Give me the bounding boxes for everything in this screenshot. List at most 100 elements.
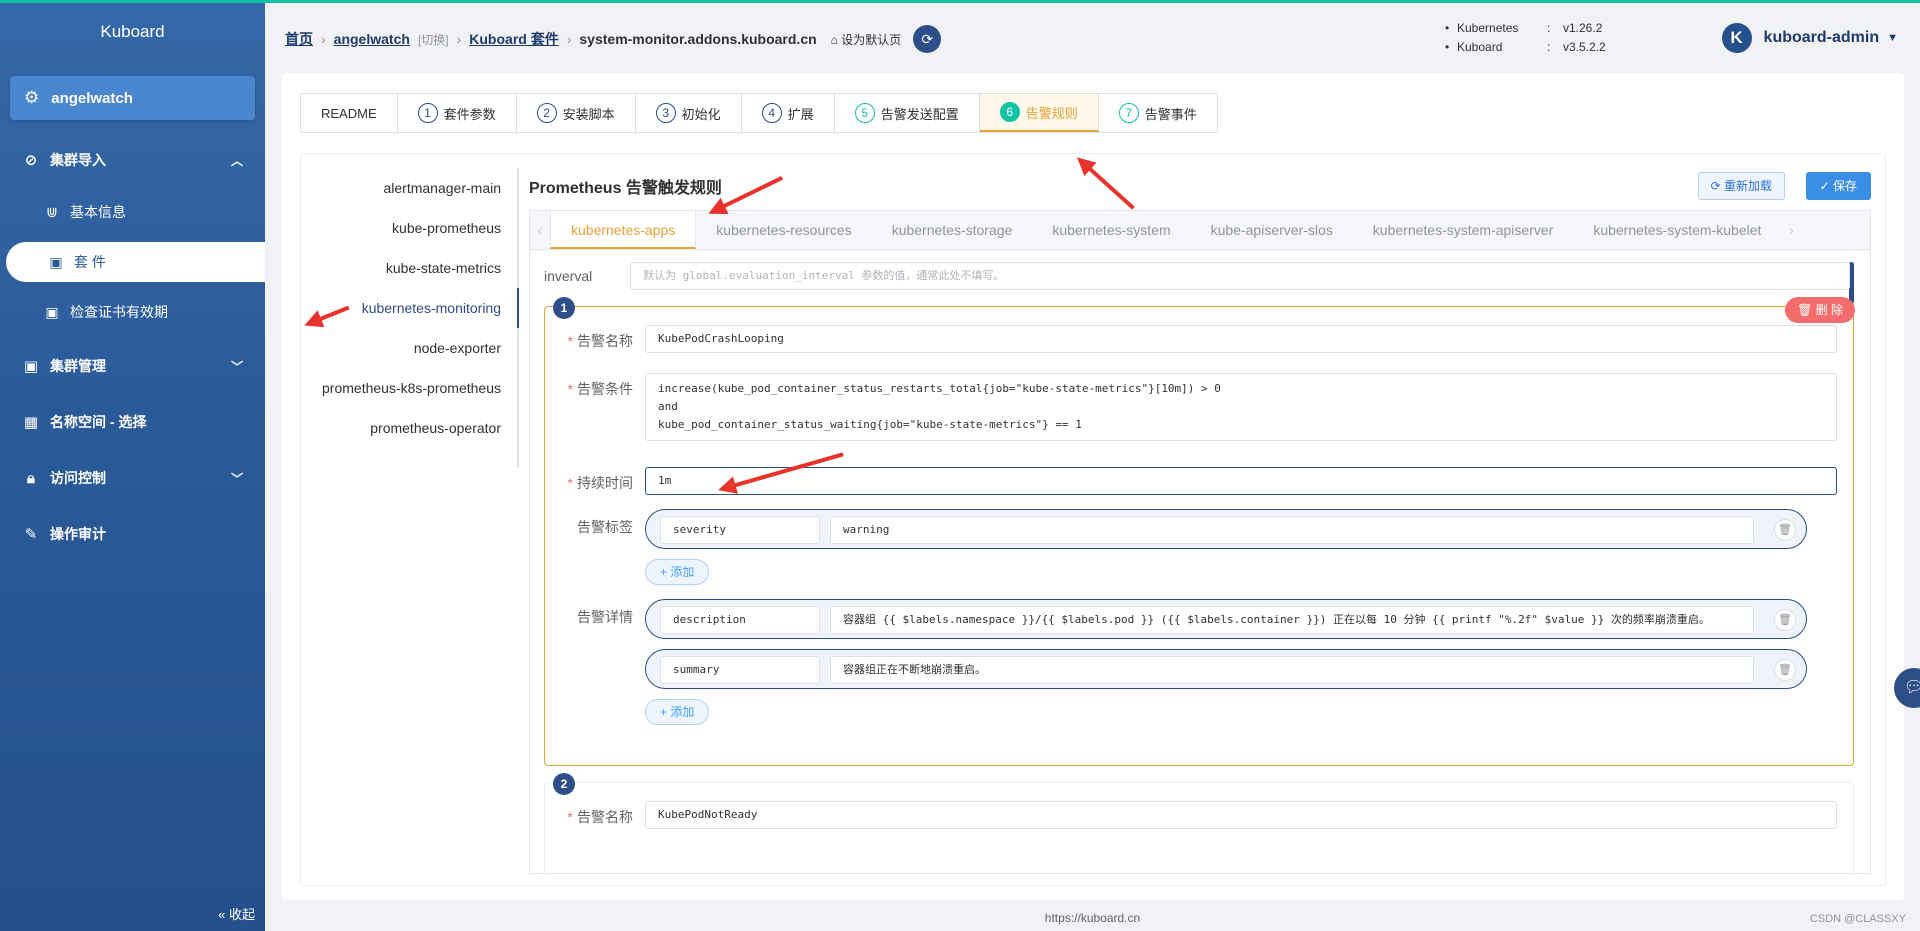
menu-audit[interactable]: ✎ 操作审计 bbox=[0, 514, 265, 554]
rule-form: inverval 默认为 global.evaluation_interval … bbox=[529, 250, 1871, 874]
tab-alert-events[interactable]: 7 告警事件 bbox=[1099, 94, 1217, 132]
rule-item[interactable]: prometheus-k8s-prometheus bbox=[301, 368, 517, 408]
caret-down-icon: ▼ bbox=[1887, 32, 1898, 44]
group-tab[interactable]: kubernetes-system bbox=[1032, 211, 1190, 249]
label-key-input[interactable]: severity bbox=[660, 516, 820, 544]
tab-label: 扩展 bbox=[787, 106, 814, 122]
sidebar-item-cert-check[interactable]: ▣ 检查证书有效期 bbox=[0, 292, 265, 332]
group-tab[interactable]: kubernetes-system-apiserver bbox=[1353, 211, 1574, 249]
step-number: 3 bbox=[655, 103, 676, 123]
label-value-input[interactable]: warning bbox=[830, 516, 1754, 544]
rule-item[interactable]: kube-state-metrics bbox=[301, 248, 517, 288]
sidebar-item-basic-info[interactable]: ⋓ 基本信息 bbox=[0, 192, 265, 232]
tab-alert-rules[interactable]: 6 告警规则 bbox=[979, 94, 1099, 132]
tab-label: 告警发送配置 bbox=[880, 106, 959, 122]
link-icon: ⊘ bbox=[24, 152, 38, 169]
trash-icon[interactable]: 🗑︎ bbox=[1774, 609, 1796, 631]
set-default-page-button[interactable]: ⌂ 设为默认页 bbox=[831, 31, 902, 48]
footer-link[interactable]: https://kuboard.cn bbox=[265, 906, 1920, 931]
menu-label: 集群管理 bbox=[50, 358, 106, 374]
rule-item-active[interactable]: kubernetes-monitoring bbox=[301, 288, 519, 328]
group-tab[interactable]: kubernetes-storage bbox=[872, 211, 1033, 249]
for-input[interactable]: 1m bbox=[645, 467, 1837, 495]
trash-icon[interactable]: 🗑︎ bbox=[1774, 519, 1796, 541]
sidebar: Kuboard ⚙ angelwatch ⊘ 集群导入 ︿ ⋓ 基本信息 ▣ 套… bbox=[0, 0, 265, 931]
gear-icon: ⚙ bbox=[24, 88, 40, 107]
trash-icon: 🗑︎ bbox=[1797, 303, 1816, 317]
menu-cluster-manage[interactable]: ▣ 集群管理 ﹀ bbox=[0, 346, 265, 386]
label-text: 告警条件 bbox=[577, 381, 633, 397]
tab-extend[interactable]: 4 扩展 bbox=[742, 94, 835, 132]
rule-item[interactable]: kube-prometheus bbox=[301, 208, 517, 248]
grid-icon: ▦ bbox=[23, 414, 39, 431]
refresh-icon: ⟳ bbox=[1710, 179, 1724, 193]
rule-item[interactable]: prometheus-operator bbox=[301, 408, 517, 448]
alert-expr-textarea[interactable]: increase(kube_pod_container_status_resta… bbox=[645, 373, 1837, 441]
collapse-button[interactable]: « 收起 bbox=[218, 904, 255, 923]
breadcrumb-suites[interactable]: Kuboard 套件 bbox=[469, 29, 558, 49]
step-number: 6 bbox=[999, 102, 1020, 122]
menu-label: 集群导入 bbox=[50, 152, 106, 168]
delete-button[interactable]: 🗑︎ 删 除 bbox=[1785, 297, 1855, 323]
add-annotation-button[interactable]: + 添加 bbox=[645, 699, 710, 725]
for-label: * 持续时间 bbox=[565, 473, 633, 493]
group-tab[interactable]: kube-apiserver-slos bbox=[1191, 211, 1353, 249]
step-number: 4 bbox=[761, 103, 782, 123]
rule-item[interactable]: node-exporter bbox=[301, 328, 517, 368]
tab-init[interactable]: 3 初始化 bbox=[636, 94, 742, 132]
breadcrumb-home[interactable]: 首页 bbox=[285, 29, 313, 49]
tab-label: 初始化 bbox=[681, 106, 721, 122]
menu-access-control[interactable]: 🔒︎ 访问控制 ﹀ bbox=[0, 458, 265, 498]
tab-label: 告警事件 bbox=[1144, 106, 1197, 122]
chevron-right-icon: › bbox=[456, 31, 462, 47]
brand-title: Kuboard bbox=[100, 22, 165, 41]
label-text: 告警名称 bbox=[577, 333, 633, 349]
breadcrumb-cluster[interactable]: angelwatch bbox=[334, 31, 410, 47]
set-default-label: 设为默认页 bbox=[841, 32, 902, 47]
alert-name-input[interactable]: KubePodCrashLooping bbox=[645, 325, 1837, 353]
chevron-down-icon: ﹀ bbox=[230, 359, 243, 374]
tab-alert-send-config[interactable]: 5 告警发送配置 bbox=[835, 94, 980, 132]
annotation-key-input[interactable]: summary bbox=[660, 656, 820, 684]
rule-item[interactable]: alertmanager-main bbox=[301, 168, 517, 208]
version-row: • Kubernetes: v1.26.2 bbox=[1445, 19, 1606, 38]
chevron-left-icon[interactable]: ‹ bbox=[530, 222, 550, 238]
required-mark: * bbox=[567, 475, 573, 491]
cluster-card[interactable]: ⚙ angelwatch bbox=[10, 76, 255, 120]
menu-namespace[interactable]: ▦ 名称空间 - 选择 bbox=[0, 402, 265, 442]
sidebar-item-suite[interactable]: ▣ 套 件 bbox=[6, 242, 265, 282]
interval-label: inverval bbox=[544, 268, 593, 284]
add-label-button[interactable]: + 添加 bbox=[645, 559, 710, 585]
tab-label: README bbox=[321, 105, 377, 121]
trash-icon[interactable]: 🗑︎ bbox=[1774, 659, 1796, 681]
rule-card: 1 🗑︎ 删 除 * 告警名称 KubePodCrashLooping * 告警条件… bbox=[544, 297, 1855, 766]
reload-button[interactable]: ⟳ 重新加载 bbox=[1697, 172, 1785, 200]
refresh-button[interactable]: ⟳ bbox=[913, 25, 942, 53]
annotation-key-input[interactable]: description bbox=[660, 606, 820, 634]
annotation-row: summary 容器组正在不断地崩溃重启。 🗑︎ bbox=[645, 649, 1807, 689]
tab-readme[interactable]: README bbox=[301, 94, 398, 132]
bullet: • bbox=[1445, 21, 1450, 35]
tab-install-script[interactable]: 2 安装脚本 bbox=[517, 94, 636, 132]
switch-cluster-link[interactable]: [切换] bbox=[418, 31, 449, 48]
chevron-right-icon[interactable]: › bbox=[1781, 222, 1801, 238]
save-label: 保存 bbox=[1832, 179, 1857, 193]
alert-name-label: * 告警名称 bbox=[565, 807, 633, 827]
rules-content: Prometheus 告警触发规则 ⟳ 重新加载 ✓ 保存 ‹ kubernet… bbox=[529, 168, 1871, 874]
bullet: • bbox=[1445, 40, 1450, 54]
save-button[interactable]: ✓ 保存 bbox=[1805, 172, 1871, 200]
annotation-value-input[interactable]: 容器组正在不断地崩溃重启。 bbox=[830, 656, 1754, 684]
breadcrumb-current: system-monitor.addons.kuboard.cn bbox=[579, 31, 817, 47]
avatar: K bbox=[1721, 23, 1752, 53]
annotation-value-input[interactable]: 容器组 {{ $labels.namespace }}/{{ $labels.p… bbox=[830, 606, 1754, 634]
version-name: Kuboard bbox=[1457, 40, 1503, 54]
group-tab[interactable]: kubernetes-system-kubelet bbox=[1573, 211, 1781, 249]
tab-suite-params[interactable]: 1 套件参数 bbox=[398, 94, 517, 132]
user-menu[interactable]: K kuboard-admin ▼ bbox=[1721, 23, 1898, 53]
alert-name-input[interactable]: KubePodNotReady bbox=[645, 801, 1837, 829]
interval-input[interactable]: 默认为 global.evaluation_interval 参数的值，通常此处… bbox=[630, 262, 1850, 290]
group-tab-active[interactable]: kubernetes-apps bbox=[550, 211, 697, 249]
menu-cluster-import[interactable]: ⊘ 集群导入 ︿ bbox=[0, 140, 265, 180]
menu-label: 基本信息 bbox=[70, 204, 126, 220]
top-accent-line bbox=[0, 0, 1920, 3]
